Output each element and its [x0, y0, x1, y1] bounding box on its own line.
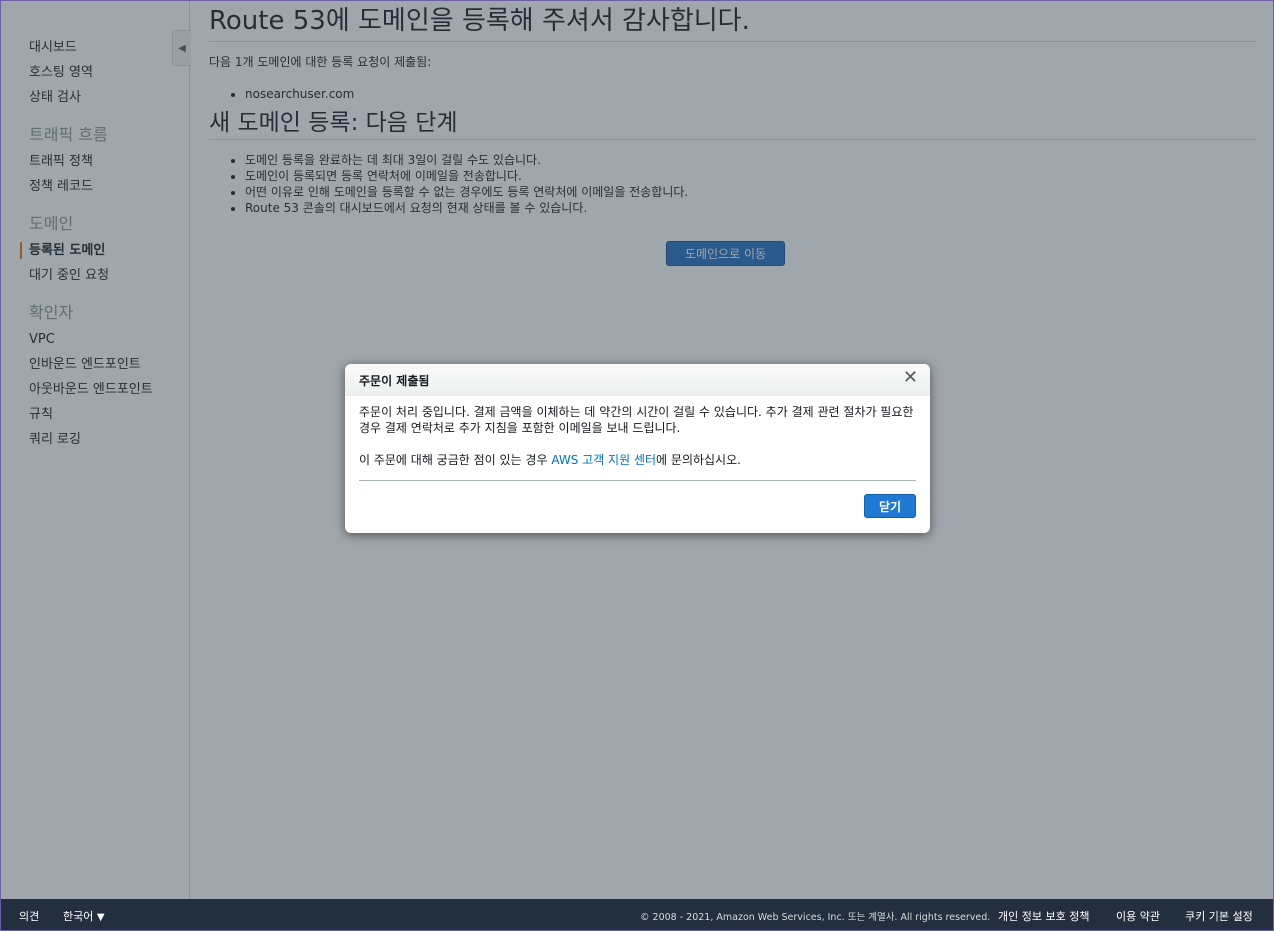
- console-footer: 의견 한국어 ▼ © 2008 - 2021, Amazon Web Servi…: [1, 899, 1273, 930]
- aws-support-center-link[interactable]: AWS 고객 지원 센터: [551, 453, 656, 467]
- order-submitted-dialog: 주문이 제출됨 ✕ 주문이 처리 중입니다. 결제 금액을 이체하는 데 약간의…: [345, 364, 930, 533]
- language-label: 한국어: [63, 909, 94, 923]
- cookie-preferences-link[interactable]: 쿠키 기본 설정: [1185, 908, 1253, 924]
- caret-down-icon: ▼: [96, 911, 105, 923]
- dialog-message: 주문이 처리 중입니다. 결제 금액을 이체하는 데 약간의 시간이 걸릴 수 …: [359, 405, 914, 435]
- support-text-prefix: 이 주문에 대해 궁금한 점이 있는 경우: [359, 453, 552, 467]
- copyright-text: © 2008 - 2021, Amazon Web Services, Inc.…: [640, 911, 991, 923]
- dialog-title: 주문이 제출됨: [359, 374, 430, 388]
- terms-of-use-link[interactable]: 이용 약관: [1116, 908, 1160, 924]
- language-selector[interactable]: 한국어 ▼: [63, 908, 105, 924]
- dialog-header: 주문이 제출됨 ✕: [345, 364, 930, 396]
- dialog-support-message: 이 주문에 대해 궁금한 점이 있는 경우 AWS 고객 지원 센터에 문의하십…: [359, 452, 916, 468]
- browser-viewport: 대시보드 호스팅 영역 상태 검사 트래픽 흐름 트래픽 정책 정책 레코드 도…: [0, 0, 1274, 931]
- dialog-divider: [359, 480, 916, 481]
- dialog-body: 주문이 처리 중입니다. 결제 금액을 이체하는 데 약간의 시간이 걸릴 수 …: [345, 396, 930, 468]
- close-icon[interactable]: ✕: [903, 368, 918, 388]
- close-button[interactable]: 닫기: [864, 494, 916, 518]
- feedback-link[interactable]: 의견: [19, 908, 39, 924]
- support-text-suffix: 에 문의하십시오.: [656, 453, 741, 467]
- privacy-policy-link[interactable]: 개인 정보 보호 정책: [998, 908, 1089, 924]
